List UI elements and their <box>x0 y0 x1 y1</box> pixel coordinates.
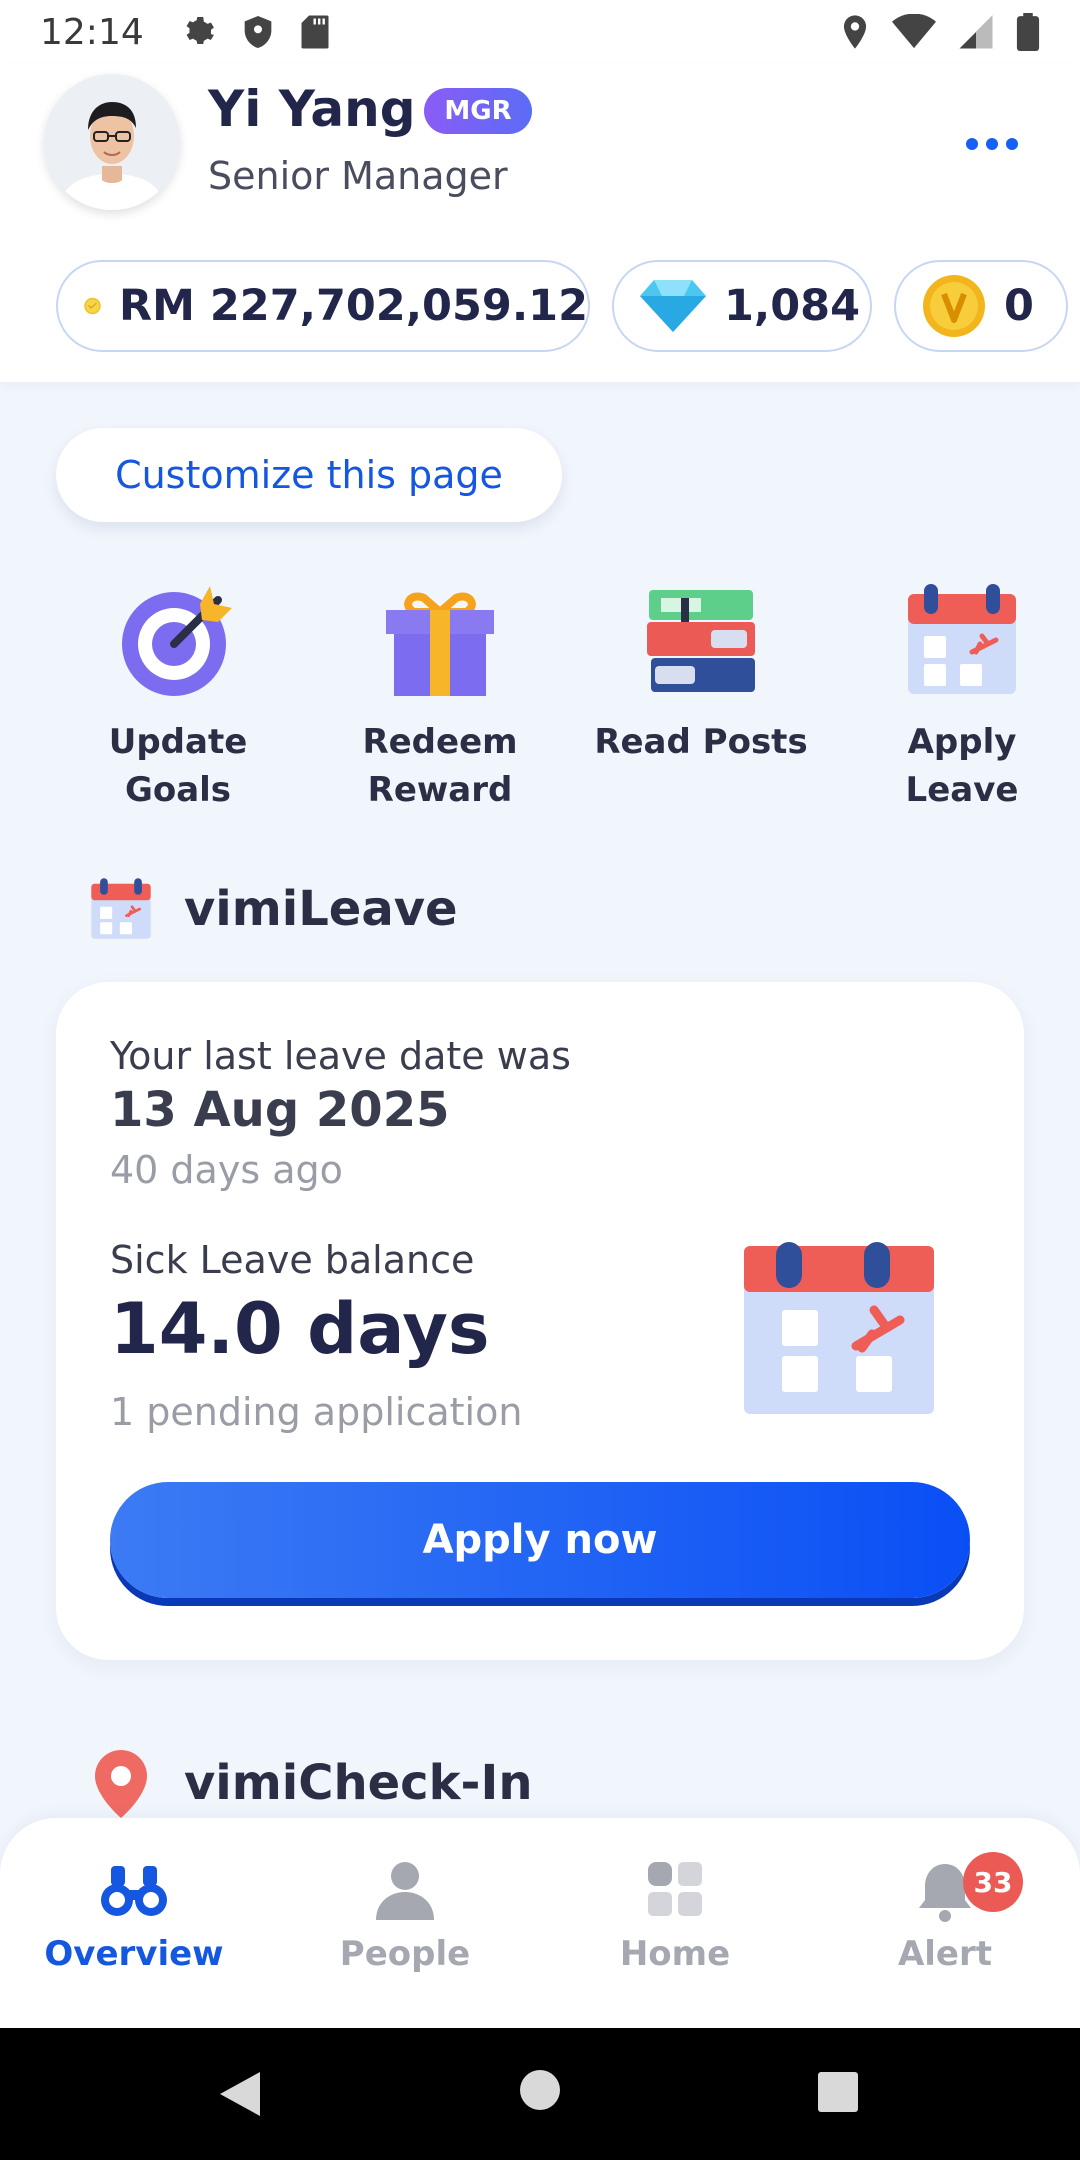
quick-action-read-posts[interactable]: Read Posts <box>581 580 821 820</box>
quick-action-label: Read Posts <box>594 722 808 762</box>
role-badge: MGR <box>424 88 532 134</box>
gift-icon <box>386 592 494 696</box>
quick-action-label: Redeem Reward <box>362 722 518 810</box>
avatar[interactable] <box>44 74 180 210</box>
calendar-leave-icon <box>908 584 1016 694</box>
binoculars-icon <box>101 1866 167 1916</box>
location-icon <box>843 15 867 49</box>
status-right-icons <box>840 13 1040 51</box>
nav-item-alert[interactable]: 33 Alert <box>835 1852 1055 1994</box>
wallet-row: RM 227,702,059.12 1,084 0 <box>0 260 1080 352</box>
apply-now-button[interactable]: Apply now <box>110 1482 970 1598</box>
status-bar: 12:14 <box>0 0 1080 64</box>
signal-icon <box>959 15 993 49</box>
coin-pill[interactable]: 0 <box>894 260 1068 352</box>
balance-pill[interactable]: RM 227,702,059.12 <box>56 260 590 352</box>
gear-icon <box>186 17 214 44</box>
person-icon <box>376 1862 434 1920</box>
grid-icon <box>648 1862 702 1916</box>
more-dot-icon <box>1006 138 1018 150</box>
alert-count-badge: 33 <box>963 1852 1023 1912</box>
calendar-leave-icon <box>744 1242 934 1414</box>
coin-value: 0 <box>1004 281 1034 331</box>
app-screen: 12:14 Yi Yang MGR Senior Manager RM 227,… <box>0 0 1080 2160</box>
diamond-value: 1,084 <box>724 281 861 331</box>
back-icon[interactable] <box>218 2070 262 2118</box>
nav-label: Overview <box>44 1934 224 1974</box>
home-circle-icon[interactable] <box>520 2070 560 2110</box>
profile-role: Senior Manager <box>208 154 508 198</box>
more-dot-icon <box>986 138 998 150</box>
days-ago: 40 days ago <box>110 1148 343 1192</box>
balance-value: RM 227,702,059.12 <box>119 281 588 331</box>
diamond-icon <box>640 280 706 332</box>
quick-action-update-goals[interactable]: Update Goals <box>58 580 298 820</box>
leave-balance-label: Sick Leave balance <box>110 1238 475 1282</box>
gold-coin-icon <box>84 297 101 315</box>
bottom-nav: Overview People Home 33 Alert <box>0 1818 1080 2028</box>
shield-icon <box>244 16 272 48</box>
target-icon <box>122 586 232 696</box>
more-options-button[interactable] <box>950 124 1034 164</box>
system-navigation-bar <box>0 2028 1080 2160</box>
profile-header: Yi Yang MGR Senior Manager RM 227,702,05… <box>0 64 1080 382</box>
section-title: vimiLeave <box>184 881 458 937</box>
battery-icon <box>1016 13 1040 51</box>
checkin-section-heading: vimiCheck-In <box>88 1748 533 1818</box>
last-leave-label: Your last leave date was <box>110 1034 571 1078</box>
sd-card-icon <box>301 15 329 49</box>
last-leave-date: 13 Aug 2025 <box>110 1082 450 1138</box>
nav-item-home[interactable]: Home <box>565 1854 785 1994</box>
nav-label: Home <box>619 1934 731 1974</box>
quick-action-redeem-reward[interactable]: Redeem Reward <box>320 580 560 820</box>
status-left-icons <box>180 14 330 50</box>
profile-photo <box>44 74 180 210</box>
leave-card: Your last leave date was 13 Aug 2025 40 … <box>56 982 1024 1660</box>
location-pin-icon <box>95 1750 147 1818</box>
v-coin-icon <box>923 275 985 337</box>
leave-section-heading: vimiLeave <box>88 876 458 942</box>
pending-applications: 1 pending application <box>110 1390 523 1434</box>
quick-action-apply-leave[interactable]: Apply Leave <box>842 580 1080 820</box>
quick-actions: Update Goals Redeem Reward Read Posts Ap… <box>0 580 1080 820</box>
recents-square-icon[interactable] <box>818 2072 858 2112</box>
quick-action-label: Apply Leave <box>905 722 1019 810</box>
wifi-icon <box>892 14 936 49</box>
nav-item-people[interactable]: People <box>295 1854 515 1994</box>
section-title: vimiCheck-In <box>184 1755 533 1811</box>
nav-label: People <box>339 1934 471 1974</box>
more-dot-icon <box>966 138 978 150</box>
calendar-leave-icon <box>91 878 151 939</box>
diamond-pill[interactable]: 1,084 <box>612 260 872 352</box>
customize-page-button[interactable]: Customize this page <box>56 428 562 522</box>
leave-balance-value: 14.0 days <box>110 1288 490 1370</box>
books-icon <box>647 590 755 692</box>
nav-item-overview[interactable]: Overview <box>24 1854 244 1994</box>
nav-label: Alert <box>897 1934 993 1974</box>
quick-action-label: Update Goals <box>108 722 248 810</box>
status-time: 12:14 <box>40 11 144 53</box>
profile-name: Yi Yang <box>208 80 416 138</box>
